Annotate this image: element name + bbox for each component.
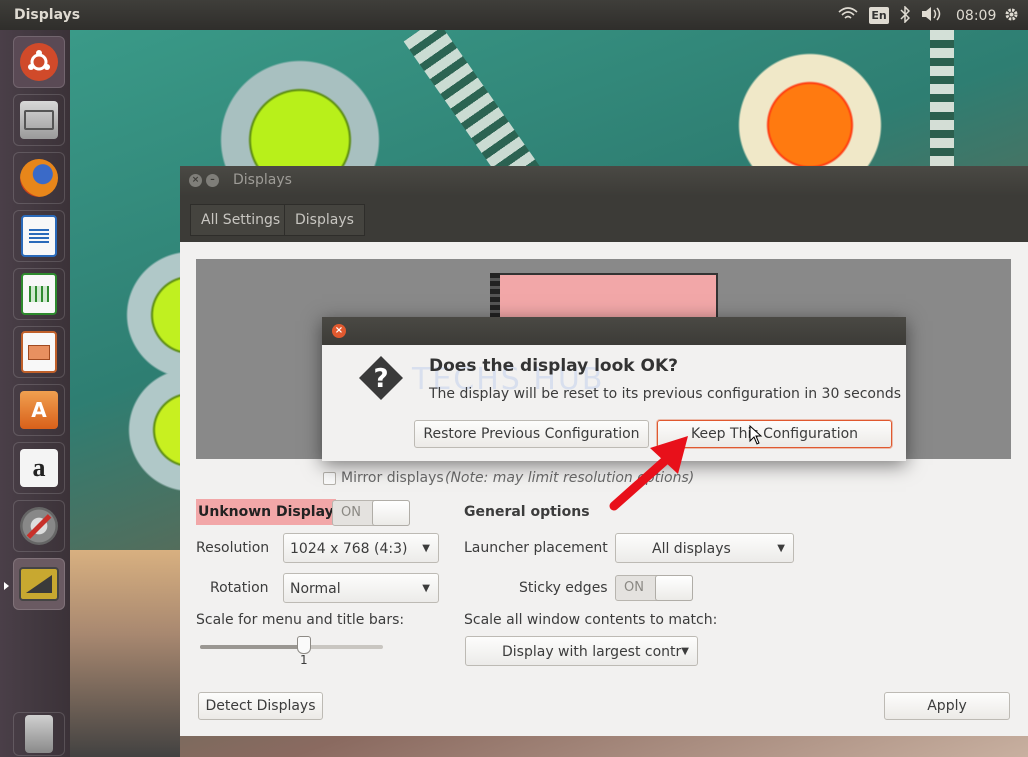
launcher-item-system-settings[interactable] (13, 500, 65, 552)
monitor-launcher-strip (490, 273, 500, 323)
dialog-message: The display will be reset to its previou… (429, 386, 902, 402)
dialog-titlebar[interactable]: × (322, 317, 906, 345)
rotation-value: Normal (290, 581, 341, 597)
scale-slider-handle[interactable] (297, 636, 311, 654)
scale-all-value: Display with largest contr (502, 644, 682, 660)
launcher-placement-combo[interactable]: All displays ▼ (615, 533, 794, 563)
software-center-icon: A (20, 391, 58, 429)
launcher-item-trash[interactable] (13, 712, 65, 756)
mouse-cursor-icon (749, 425, 763, 445)
rotation-combo[interactable]: Normal ▼ (283, 573, 439, 603)
chevron-down-icon: ▼ (681, 646, 689, 657)
chevron-down-icon: ▼ (777, 543, 785, 554)
close-icon[interactable]: × (189, 174, 202, 187)
displays-app-icon (19, 567, 59, 601)
firefox-icon (20, 159, 58, 197)
wallpaper-lights (930, 30, 954, 180)
detect-displays-button[interactable]: Detect Displays (198, 692, 323, 720)
keyboard-layout-indicator[interactable]: En (869, 7, 889, 24)
switch-state-label: ON (624, 580, 644, 595)
scale-slider-fill (200, 645, 305, 649)
scale-value: 1 (300, 653, 308, 667)
window-title: Displays (14, 7, 81, 23)
files-icon (20, 101, 58, 139)
system-settings-icon (20, 507, 58, 545)
minimize-icon[interactable]: – (206, 174, 219, 187)
top-panel: Displays En 08:09 (0, 0, 1028, 30)
launcher-item-calc[interactable] (13, 268, 65, 320)
launcher-placement-value: All displays (652, 541, 731, 557)
launcher-placement-label: Launcher placement (464, 540, 608, 556)
wallpaper-lower-area (70, 550, 180, 757)
close-icon[interactable]: × (332, 324, 346, 338)
launcher-item-firefox[interactable] (13, 152, 65, 204)
scale-slider-track[interactable] (200, 645, 383, 649)
launcher-item-writer[interactable] (13, 210, 65, 262)
writer-icon (21, 215, 57, 257)
bluetooth-icon[interactable] (900, 5, 911, 27)
breadcrumb-displays[interactable]: Displays (284, 204, 365, 236)
resolution-combo[interactable]: 1024 x 768 (4:3) ▼ (283, 533, 439, 563)
window-toolbar: All Settings Displays (180, 196, 1028, 242)
display-on-switch[interactable]: ON (332, 500, 410, 526)
launcher: A a (0, 30, 70, 757)
breadcrumb-all-settings[interactable]: All Settings (190, 204, 292, 236)
launcher-item-software-center[interactable]: A (13, 384, 65, 436)
switch-knob[interactable] (655, 575, 693, 601)
scale-label: Scale for menu and title bars: (196, 612, 405, 628)
active-indicator (4, 582, 9, 590)
red-arrow-icon (609, 436, 688, 511)
window-title-text: Displays (233, 172, 292, 188)
chevron-down-icon: ▼ (422, 583, 430, 594)
switch-state-label: ON (341, 505, 361, 520)
sticky-edges-label: Sticky edges (519, 580, 608, 596)
amazon-icon: a (20, 449, 58, 487)
launcher-item-amazon[interactable]: a (13, 442, 65, 494)
mirror-displays-checkbox[interactable] (323, 472, 336, 485)
clock[interactable]: 08:09 (956, 8, 996, 24)
sticky-edges-switch[interactable]: ON (615, 575, 693, 601)
launcher-item-dash[interactable] (13, 36, 65, 88)
window-titlebar[interactable]: × – Displays (180, 166, 1028, 196)
launcher-item-files[interactable] (13, 94, 65, 146)
mirror-displays-label: Mirror displays (341, 470, 444, 486)
svg-text:?: ? (373, 364, 388, 394)
resolution-value: 1024 x 768 (4:3) (290, 541, 408, 557)
gear-icon[interactable] (1003, 6, 1020, 27)
apply-button[interactable]: Apply (884, 692, 1010, 720)
ubuntu-dash-icon (20, 43, 58, 81)
switch-knob[interactable] (372, 500, 410, 526)
launcher-item-displays[interactable] (13, 558, 65, 610)
question-icon: ? (359, 356, 403, 400)
display-name-label: Unknown Display (196, 499, 336, 525)
dialog-heading: Does the display look OK? (429, 356, 678, 376)
launcher-item-impress[interactable] (13, 326, 65, 378)
resolution-label: Resolution (196, 540, 270, 556)
volume-icon[interactable] (921, 6, 943, 26)
wifi-icon[interactable] (838, 6, 858, 26)
general-options-heading: General options (464, 504, 590, 520)
rotation-label: Rotation (210, 580, 269, 596)
calc-icon (21, 273, 57, 315)
trash-icon (25, 715, 53, 753)
monitor-thumbnail[interactable] (490, 273, 718, 323)
chevron-down-icon: ▼ (422, 543, 430, 554)
scale-all-label: Scale all window contents to match: (464, 612, 718, 628)
impress-icon (21, 331, 57, 373)
scale-all-combo[interactable]: Display with largest contr ▼ (465, 636, 698, 666)
